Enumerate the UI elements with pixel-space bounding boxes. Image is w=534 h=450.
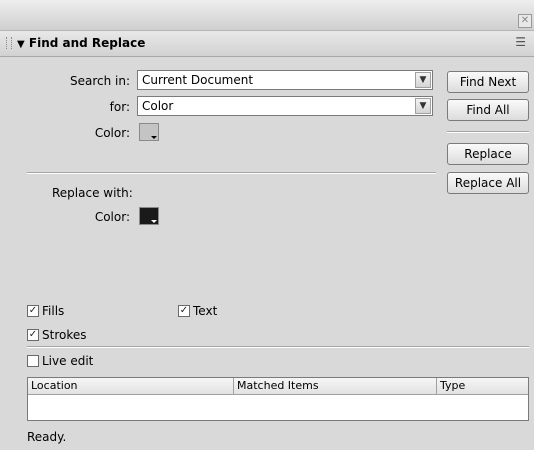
drag-grip-icon[interactable]	[6, 37, 12, 49]
dropdown-arrow-icon	[151, 136, 157, 139]
results-table[interactable]: Location Matched Items Type	[27, 377, 529, 421]
panel-title[interactable]: ▼ Find and Replace	[17, 36, 145, 50]
live-edit-label: Live edit	[42, 354, 94, 368]
status-text: Ready.	[27, 430, 67, 444]
collapse-triangle-icon[interactable]: ▼	[17, 39, 25, 50]
section-divider	[27, 172, 436, 174]
search-in-value: Current Document	[142, 73, 254, 87]
search-in-dropdown[interactable]: Current Document ▼	[137, 70, 433, 90]
for-value: Color	[142, 99, 174, 113]
for-label: for:	[109, 100, 130, 114]
replace-color-label: Color:	[94, 210, 130, 224]
strokes-checkbox[interactable]: ✓	[27, 329, 39, 341]
text-label: Text	[193, 304, 218, 318]
replace-all-button[interactable]: Replace All	[447, 172, 529, 194]
text-checkbox[interactable]: ✓	[178, 305, 190, 317]
replace-color-swatch[interactable]	[139, 207, 159, 225]
find-next-button[interactable]: Find Next	[447, 71, 529, 93]
close-icon[interactable]: ✕	[518, 14, 532, 28]
column-header-matched-items[interactable]: Matched Items	[234, 378, 437, 395]
window-titlebar[interactable]: ✕	[0, 0, 534, 31]
chevron-down-icon[interactable]: ▼	[415, 72, 431, 88]
fills-label: Fills	[42, 304, 65, 318]
find-all-button[interactable]: Find All	[447, 99, 529, 121]
panel-menu-icon[interactable]: ☰	[515, 35, 526, 49]
replace-button[interactable]: Replace	[447, 143, 529, 165]
live-edit-checkbox[interactable]	[27, 355, 39, 367]
replace-with-label: Replace with:	[52, 186, 133, 200]
column-header-location[interactable]: Location	[28, 378, 234, 395]
column-header-type[interactable]: Type	[437, 378, 528, 395]
dropdown-arrow-icon	[151, 220, 157, 223]
search-color-label: Color:	[94, 126, 130, 140]
search-color-swatch[interactable]	[139, 123, 159, 141]
panel-header[interactable]: ▼ Find and Replace ☰	[0, 31, 534, 57]
panel-title-text: Find and Replace	[28, 36, 146, 50]
button-divider	[447, 131, 529, 133]
fills-checkbox[interactable]: ✓	[27, 305, 39, 317]
search-in-label: Search in:	[69, 74, 130, 88]
chevron-down-icon[interactable]: ▼	[415, 98, 431, 114]
strokes-label: Strokes	[42, 328, 87, 342]
for-dropdown[interactable]: Color ▼	[137, 96, 433, 116]
options-divider	[27, 346, 529, 348]
find-replace-window: ✕ ▼ Find and Replace ☰ Search in: Curren…	[0, 0, 534, 450]
